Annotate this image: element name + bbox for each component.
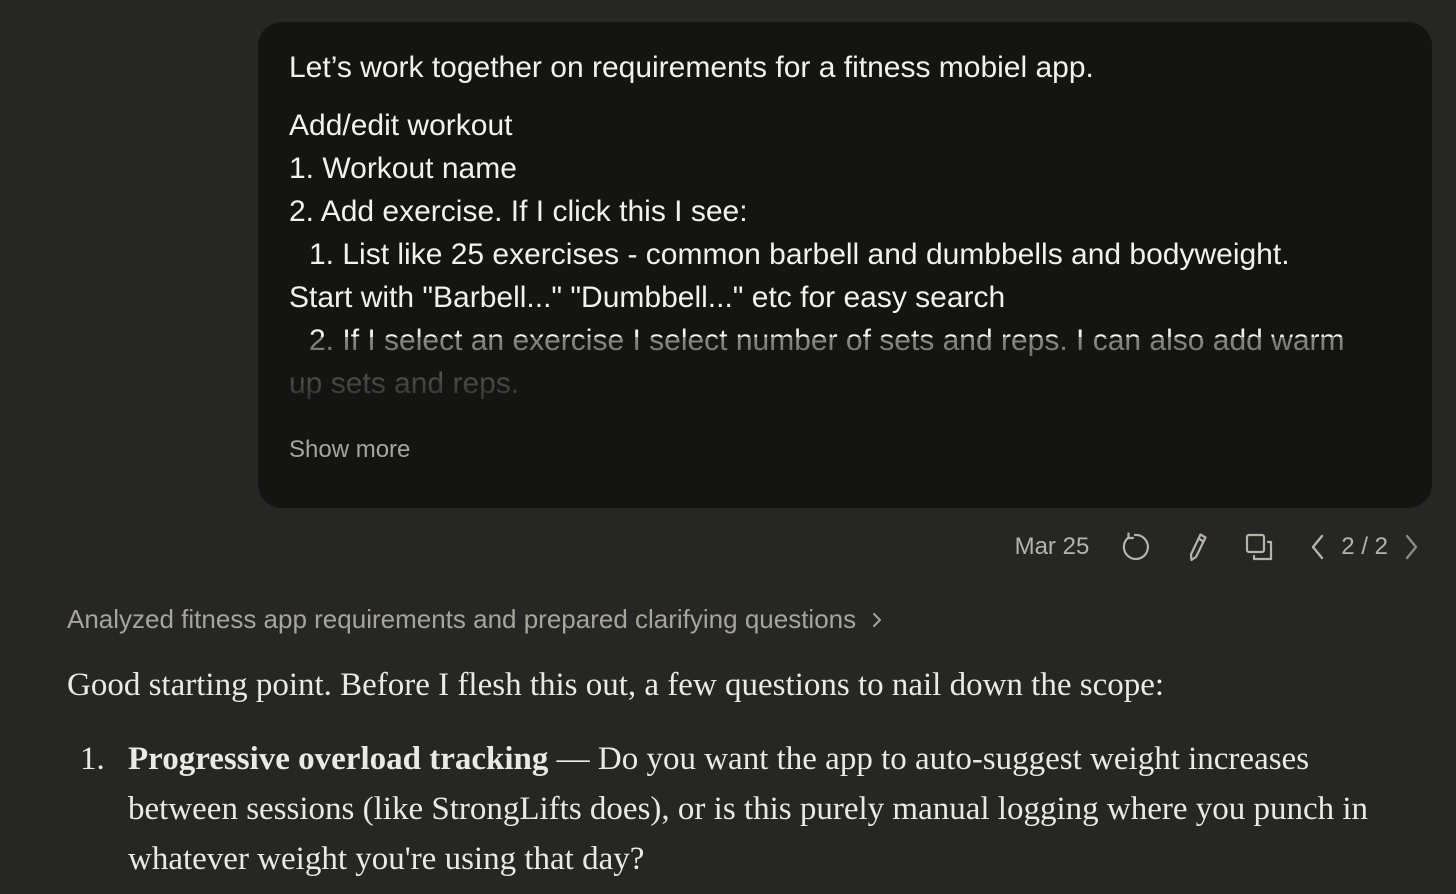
thinking-summary-toggle[interactable]: Analyzed fitness app requirements and pr… [67, 604, 884, 635]
user-message-line: up sets and reps. [289, 367, 520, 400]
user-message-line: 1. List like 25 exercises - common barbe… [309, 238, 1290, 271]
list-item-title: Progressive overload tracking [128, 741, 549, 777]
list-item-number: 1. [80, 741, 105, 777]
edit-icon[interactable] [1179, 529, 1215, 565]
question-list: 1. Progressive overload tracking — Do yo… [67, 734, 1397, 884]
chevron-right-icon[interactable] [1396, 529, 1426, 565]
user-message-line: 1. Workout name [289, 152, 517, 185]
retry-icon[interactable] [1117, 529, 1153, 565]
copy-icon[interactable] [1241, 529, 1277, 565]
version-indicator: 2 / 2 [1341, 533, 1388, 560]
user-message-line: 2. If I select an exercise I select numb… [309, 324, 1345, 357]
assistant-message: Good starting point. Before I flesh this… [67, 662, 1397, 884]
version-switcher: 2 / 2 [1303, 529, 1426, 565]
user-message-line: Start with "Barbell..." "Dumbbell..." et… [289, 281, 1006, 314]
message-actions-bar: Mar 25 2 / 2 [1015, 525, 1426, 569]
show-more-button[interactable]: Show more [289, 436, 410, 464]
user-message-line: Add/edit workout [289, 109, 513, 142]
list-item: 1. Progressive overload tracking — Do yo… [67, 734, 1397, 884]
chevron-right-icon [870, 609, 884, 631]
user-message-line: 2. Add exercise. If I click this I see: [289, 195, 748, 228]
message-date: Mar 25 [1014, 533, 1090, 560]
chevron-left-icon[interactable] [1303, 529, 1333, 565]
user-message-text: Let’s work together on requirements for … [289, 46, 1409, 405]
user-message-line: Let’s work together on requirements for … [289, 51, 1094, 84]
assistant-intro: Good starting point. Before I flesh this… [67, 667, 1165, 703]
thinking-summary-text: Analyzed fitness app requirements and pr… [67, 604, 857, 634]
user-message-bubble: Let’s work together on requirements for … [258, 22, 1432, 508]
